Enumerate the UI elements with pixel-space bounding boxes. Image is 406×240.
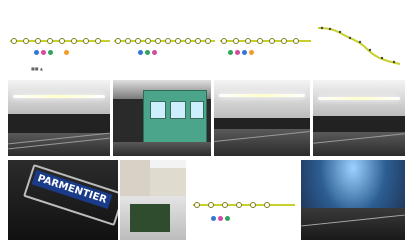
interchange-marker bbox=[225, 216, 230, 221]
route-map-small-curve bbox=[316, 20, 402, 72]
interchange-marker bbox=[228, 50, 233, 55]
photo-train-at-platform bbox=[113, 80, 211, 156]
ceiling bbox=[214, 80, 310, 118]
station-dot bbox=[205, 38, 211, 44]
platform-floor bbox=[113, 142, 211, 156]
station-dot bbox=[165, 38, 171, 44]
photo-station-name-sign: PARMENTIER bbox=[8, 160, 118, 240]
sign-frame bbox=[23, 163, 118, 227]
map-footnote: ■■ ▲ bbox=[31, 66, 43, 71]
station-dot bbox=[23, 38, 29, 44]
station-dot bbox=[194, 202, 200, 208]
station-dot bbox=[222, 202, 228, 208]
photo-street-entrance bbox=[120, 160, 186, 240]
station-dot bbox=[185, 38, 191, 44]
photo-blue-lit-platform bbox=[301, 160, 405, 240]
route-map-top-left: ■■ ▲ bbox=[6, 10, 111, 75]
station-dot bbox=[233, 38, 239, 44]
station-dot bbox=[269, 38, 275, 44]
station-dot bbox=[221, 38, 227, 44]
metro-entrance bbox=[130, 204, 170, 232]
platform-floor bbox=[8, 133, 110, 156]
ceiling-lights bbox=[218, 93, 306, 97]
station-dot bbox=[236, 202, 242, 208]
interchange-marker bbox=[249, 50, 254, 55]
route-map-top-right bbox=[218, 10, 313, 75]
station-dot bbox=[155, 38, 161, 44]
station-dot bbox=[293, 38, 299, 44]
train-window bbox=[170, 101, 186, 119]
route-map-bottom-middle bbox=[189, 170, 299, 230]
station-dot bbox=[125, 38, 131, 44]
station-dot bbox=[71, 38, 77, 44]
ceiling-lights bbox=[317, 96, 401, 100]
station-dot bbox=[195, 38, 201, 44]
interchange-marker bbox=[242, 50, 247, 55]
interchange-marker bbox=[34, 50, 39, 55]
station-dot bbox=[135, 38, 141, 44]
station-dot bbox=[145, 38, 151, 44]
route-curve-svg bbox=[317, 26, 401, 65]
route-map-top-middle bbox=[112, 10, 217, 75]
interchange-marker bbox=[218, 216, 223, 221]
interchange-marker bbox=[211, 216, 216, 221]
station-dot bbox=[264, 202, 270, 208]
interchange-marker bbox=[64, 50, 69, 55]
ceiling-lights bbox=[13, 95, 105, 99]
interchange-marker bbox=[235, 50, 240, 55]
station-dot bbox=[208, 202, 214, 208]
photo-station-platform-3 bbox=[313, 80, 405, 156]
station-dot bbox=[35, 38, 41, 44]
station-dot bbox=[11, 38, 17, 44]
station-dot bbox=[257, 38, 263, 44]
photo-station-platform-2 bbox=[214, 80, 310, 156]
station-dot bbox=[250, 202, 256, 208]
station-dot bbox=[59, 38, 65, 44]
station-dot bbox=[281, 38, 287, 44]
station-dot bbox=[47, 38, 53, 44]
train-window bbox=[190, 101, 204, 119]
station-dot bbox=[115, 38, 121, 44]
station-dot bbox=[83, 38, 89, 44]
station-dot bbox=[245, 38, 251, 44]
station-dot bbox=[175, 38, 181, 44]
interchange-marker bbox=[152, 50, 157, 55]
interchange-marker bbox=[145, 50, 150, 55]
train-window bbox=[150, 101, 166, 119]
interchange-marker bbox=[138, 50, 143, 55]
interchange-marker bbox=[41, 50, 46, 55]
metro-train bbox=[143, 90, 207, 150]
station-dot bbox=[95, 38, 101, 44]
interchange-marker bbox=[48, 50, 53, 55]
photo-station-platform-1 bbox=[8, 80, 110, 156]
